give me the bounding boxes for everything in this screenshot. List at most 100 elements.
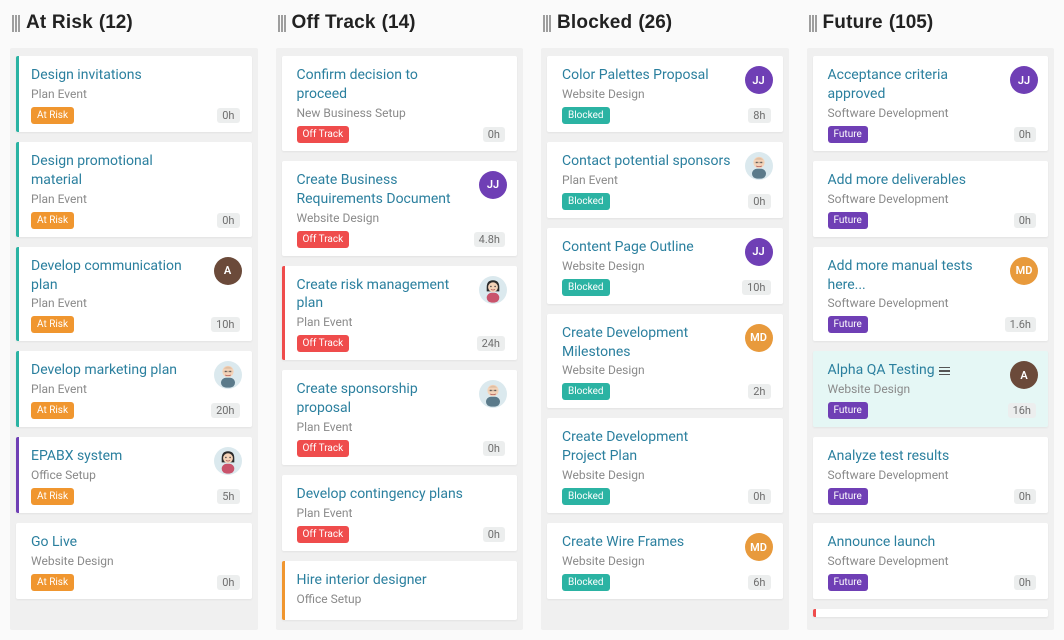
card-title: Create Wire Frames [562, 533, 771, 552]
card-footer: Blocked0h [562, 193, 771, 210]
task-card[interactable]: MDAdd more manual tests here...Software … [813, 247, 1049, 342]
task-card[interactable]: JJContent Page OutlineWebsite DesignBloc… [547, 228, 783, 304]
assignee-avatar[interactable]: JJ [745, 238, 773, 266]
card-project: Website Design [562, 468, 771, 482]
column-title: At Risk [26, 12, 93, 34]
assignee-avatar[interactable] [479, 276, 507, 304]
hours-badge: 5h [217, 489, 239, 504]
card-menu-icon[interactable] [939, 367, 950, 376]
card-footer: At Risk 5h [31, 488, 240, 505]
card-title: Acceptance criteria approved [828, 66, 1037, 104]
task-card[interactable]: Hire interior designerOffice Setup [282, 561, 518, 620]
assignee-avatar[interactable] [214, 361, 242, 389]
task-card[interactable]: MDCreate Development MilestonesWebsite D… [547, 314, 783, 409]
card-footer: Off Track 4.8h [297, 231, 506, 248]
card-project: Website Design [828, 382, 1037, 396]
task-card[interactable]: Develop marketing plan Plan Event At Risk 2… [16, 351, 252, 427]
assignee-avatar[interactable]: JJ [745, 66, 773, 94]
card-title: Color Palettes Proposal [562, 66, 771, 85]
status-badge: At Risk [31, 574, 74, 591]
assignee-avatar[interactable] [479, 380, 507, 408]
card-project: Plan Event [562, 173, 771, 187]
hours-badge: 10h [211, 317, 239, 332]
card-project: New Business Setup [297, 106, 506, 120]
card-project: Plan Event [31, 382, 240, 396]
drag-handle-icon[interactable] [278, 15, 286, 32]
card-title: Add more manual tests here... [828, 257, 1037, 295]
assignee-avatar[interactable] [214, 447, 242, 475]
assignee-avatar[interactable]: MD [745, 324, 773, 352]
task-card[interactable]: AAlpha QA TestingWebsite DesignFuture16h [813, 351, 1049, 427]
drag-handle-icon[interactable] [809, 15, 817, 32]
card-project: Software Development [828, 192, 1037, 206]
task-card[interactable]: Announce launchSoftware DevelopmentFutur… [813, 523, 1049, 599]
column-title: Future [823, 12, 883, 34]
task-card[interactable]: EPABX systemOffice SetupAt Risk5h [16, 437, 252, 513]
task-card[interactable]: Contact potential sponsorsPlan EventBloc… [547, 142, 783, 218]
card-title: Design promotional material [31, 152, 240, 190]
task-card[interactable]: Design promotional material Plan Event At … [16, 142, 252, 237]
assignee-avatar[interactable]: JJ [1010, 66, 1038, 94]
assignee-avatar[interactable]: MD [1010, 257, 1038, 285]
hours-badge: 4.8h [474, 232, 505, 247]
card-title: Develop marketing plan [31, 361, 240, 380]
card-footer: Future0h [828, 574, 1037, 591]
column-header[interactable]: Future(105) [807, 12, 1055, 34]
card-footer: At Risk10h [31, 316, 240, 333]
task-card[interactable]: Go LiveWebsite DesignAt Risk0h [16, 523, 252, 599]
card-title: EPABX system [31, 447, 240, 466]
card-footer: Off Track0h [297, 440, 506, 457]
column-header[interactable]: Off Track(14) [276, 12, 524, 34]
task-card[interactable] [813, 609, 1049, 617]
task-card[interactable]: Create risk management planPlan EventOff… [282, 266, 518, 361]
task-card[interactable]: JJColor Palettes ProposalWebsite DesignB… [547, 56, 783, 132]
card-footer: Future1.6h [828, 316, 1037, 333]
card-project: Plan Event [31, 192, 240, 206]
drag-handle-icon[interactable] [12, 15, 20, 32]
task-card[interactable]: Analyze test resultsSoftware Development… [813, 437, 1049, 513]
column-header[interactable]: Blocked(26) [541, 12, 789, 34]
task-card[interactable]: Confirm decision to proceedNew Business … [282, 56, 518, 151]
task-card[interactable]: ADevelop communication planPlan EventAt … [16, 247, 252, 342]
hours-badge: 10h [742, 280, 770, 295]
task-card[interactable]: Develop contingency plansPlan EventOff T… [282, 475, 518, 551]
status-badge: At Risk [31, 488, 74, 505]
card-project: Software Development [828, 296, 1037, 310]
status-badge: Future [828, 402, 868, 419]
card-footer: Blocked10h [562, 279, 771, 296]
status-badge: Off Track [297, 231, 350, 248]
card-title: Alpha QA Testing [828, 361, 1037, 380]
assignee-avatar[interactable] [745, 152, 773, 180]
cards-rail: JJColor Palettes ProposalWebsite DesignB… [541, 48, 789, 630]
task-card[interactable]: Design invitationsPlan EventAt Risk0h [16, 56, 252, 132]
card-footer: Off Track0h [297, 126, 506, 143]
task-card[interactable]: MDCreate Wire FramesWebsite DesignBlocke… [547, 523, 783, 599]
card-project: Software Development [828, 106, 1037, 120]
column-off_track: Off Track(14) Confirm decision to proceed… [276, 12, 524, 630]
task-card[interactable]: Create Development Project PlanWebsite D… [547, 418, 783, 513]
task-card[interactable]: Create sponsorship proposalPlan EventOff… [282, 370, 518, 465]
drag-handle-icon[interactable] [543, 15, 551, 32]
hours-badge: 0h [217, 575, 239, 590]
hours-badge: 0h [483, 527, 505, 542]
column-count: (12) [99, 12, 133, 34]
card-footer: Blocked2h [562, 383, 771, 400]
assignee-avatar[interactable]: MD [745, 533, 773, 561]
status-badge: Future [828, 316, 868, 333]
card-project: Plan Event [31, 87, 240, 101]
task-card[interactable]: Add more deliverablesSoftware Developmen… [813, 161, 1049, 237]
task-card[interactable]: JJCreate Business Requirements DocumentW… [282, 161, 518, 256]
status-badge: Off Track [297, 126, 350, 143]
task-card[interactable]: JJAcceptance criteria approved Software D… [813, 56, 1049, 151]
status-badge: Blocked [562, 488, 610, 505]
status-badge: At Risk [31, 212, 74, 229]
assignee-avatar[interactable]: A [214, 257, 242, 285]
cards-rail: JJAcceptance criteria approved Software D… [807, 48, 1055, 630]
status-badge: Off Track [297, 335, 350, 352]
card-title: Develop communication plan [31, 257, 240, 295]
hours-badge: 20h [211, 403, 239, 418]
column-header[interactable]: At Risk (12) [10, 12, 258, 34]
assignee-avatar[interactable]: JJ [479, 171, 507, 199]
status-badge: At Risk [31, 402, 74, 419]
card-footer: Future0h [828, 212, 1037, 229]
